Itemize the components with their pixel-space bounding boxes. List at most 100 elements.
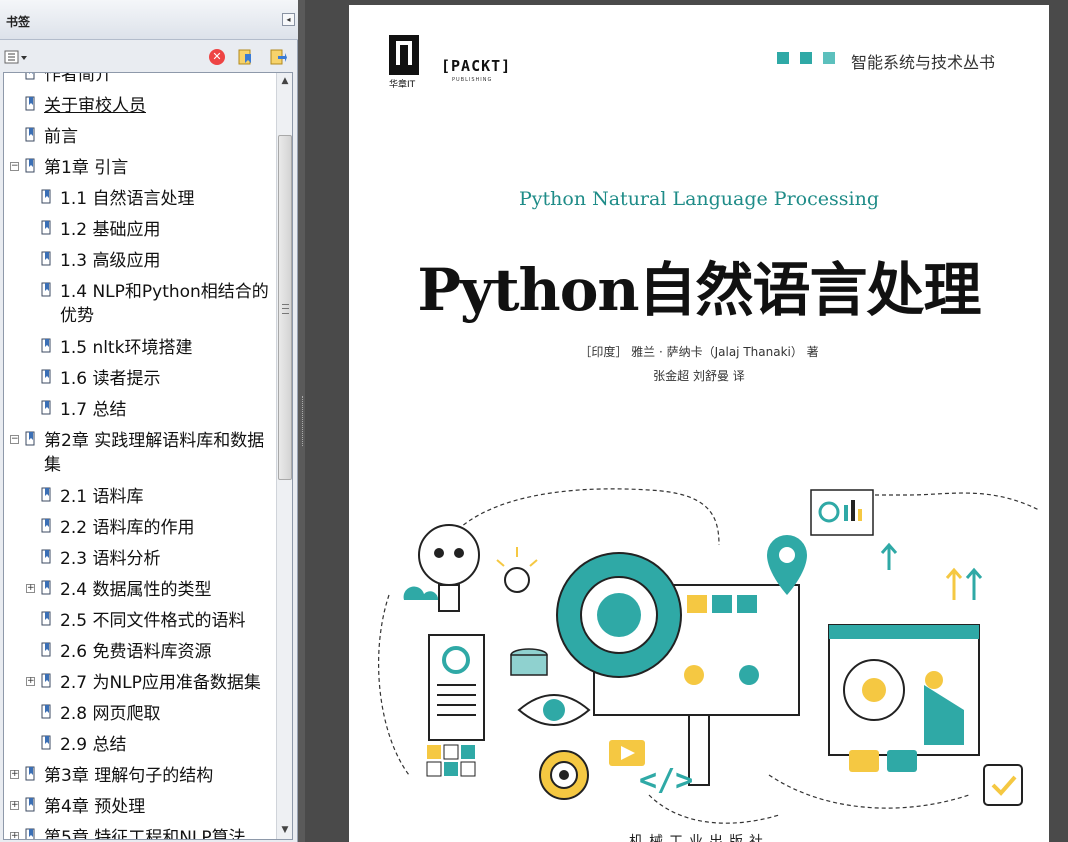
english-subtitle: Python Natural Language Processing bbox=[519, 188, 879, 210]
packt-logo: [PACKT] bbox=[441, 57, 512, 75]
scroll-grip-icon bbox=[282, 304, 289, 314]
bookmark-item[interactable]: 前言 bbox=[4, 123, 276, 154]
series-name: 智能系统与技术丛书 bbox=[851, 53, 996, 72]
imprint-logo-text: 华章IT bbox=[389, 80, 416, 90]
bookmark-label: 关于审校人员 bbox=[44, 96, 146, 116]
bookmark-subitem[interactable]: 1.7 总结 bbox=[4, 396, 276, 427]
bookmark-item[interactable]: + 第4章 预处理 bbox=[4, 793, 276, 824]
bookmark-label: 2.4 数据属性的类型 bbox=[60, 580, 212, 600]
bookmark-tree[interactable]: 作者简介关于审校人员前言 − 第1章 引言 1.1 自然语言处理 1.2 基础应用 1.3… bbox=[3, 72, 293, 840]
vertical-scrollbar[interactable]: ▲ ▼ bbox=[276, 73, 292, 839]
bookmark-subitem[interactable]: 1.3 高级应用 bbox=[4, 247, 276, 278]
bookmark-label: 1.7 总结 bbox=[60, 400, 127, 420]
bookmark-item[interactable]: + 第5章 特征工程和NLP算法 bbox=[4, 824, 276, 840]
expand-toggle[interactable]: + bbox=[26, 677, 35, 686]
bookmark-item[interactable]: − 第2章 实践理解语料库和数据集 bbox=[4, 427, 276, 483]
bookmark-icon bbox=[41, 487, 52, 502]
document-page: 华章IT [PACKT] PUBLISHING 智能系统与技术丛书 Python… bbox=[349, 5, 1049, 842]
bookmarks-panel: 书签 ◂ ✕ 作者简介 关于审校人员 前言 − 第1章 引言 1.1 自然语言处… bbox=[0, 0, 298, 842]
series-square-2 bbox=[800, 52, 812, 64]
bookmark-subitem[interactable]: 2.9 总结 bbox=[4, 731, 276, 762]
bookmark-icon bbox=[25, 766, 36, 781]
bookmark-label: 2.3 语料分析 bbox=[60, 549, 161, 569]
expand-bookmark-button[interactable] bbox=[269, 48, 287, 66]
bookmark-icon bbox=[41, 189, 52, 204]
bookmark-subitem[interactable]: +2.4 数据属性的类型 bbox=[4, 576, 276, 607]
bookmark-icon bbox=[25, 127, 36, 142]
bookmark-icon bbox=[25, 431, 36, 446]
bookmark-subitem[interactable]: 2.6 免费语料库资源 bbox=[4, 638, 276, 669]
bookmark-icon bbox=[41, 642, 52, 657]
bookmark-label: 第2章 实践理解语料库和数据集 bbox=[44, 431, 265, 475]
translator-line: 张金超 刘舒曼 译 bbox=[653, 369, 745, 383]
bookmark-item[interactable]: 关于审校人员 bbox=[4, 92, 276, 123]
bookmark-label: 1.3 高级应用 bbox=[60, 251, 161, 271]
bookmark-label: 1.2 基础应用 bbox=[60, 220, 161, 240]
bookmark-icon bbox=[25, 73, 36, 80]
bookmark-label: 1.1 自然语言处理 bbox=[60, 189, 195, 209]
bookmark-item[interactable]: − 第1章 引言 bbox=[4, 154, 276, 185]
bookmark-label: 1.4 NLP和Python相结合的优势 bbox=[60, 282, 269, 326]
bookmark-label: 1.6 读者提示 bbox=[60, 369, 161, 389]
bookmark-label: 2.9 总结 bbox=[60, 735, 127, 755]
expand-toggle[interactable]: + bbox=[10, 770, 19, 779]
expand-toggle[interactable]: + bbox=[26, 584, 35, 593]
bookmark-label: 2.8 网页爬取 bbox=[60, 704, 161, 724]
bookmark-subitem[interactable]: 1.6 读者提示 bbox=[4, 365, 276, 396]
expand-bookmark-icon bbox=[270, 49, 287, 65]
series-square-3 bbox=[823, 52, 835, 64]
splitter-grip-icon bbox=[302, 396, 304, 446]
bookmark-icon bbox=[41, 220, 52, 235]
bookmark-subitem[interactable]: 2.3 语料分析 bbox=[4, 545, 276, 576]
series-square-1 bbox=[777, 52, 789, 64]
bookmark-icon bbox=[41, 251, 52, 266]
scroll-down-button[interactable]: ▼ bbox=[277, 822, 292, 838]
collapse-toggle[interactable]: − bbox=[10, 435, 19, 444]
author-line: ［印度］ 雅兰 · 萨纳卡（Jalaj Thanaki） 著 bbox=[579, 345, 819, 359]
bookmark-icon bbox=[41, 704, 52, 719]
collapse-toggle[interactable]: − bbox=[10, 162, 19, 171]
bookmark-subitem[interactable]: 2.2 语料库的作用 bbox=[4, 514, 276, 545]
panel-header: 书签 ◂ bbox=[0, 0, 298, 40]
bookmark-subitem[interactable]: +2.7 为NLP应用准备数据集 bbox=[4, 669, 276, 700]
svg-text:</>: </> bbox=[639, 763, 693, 798]
bookmark-label: 2.5 不同文件格式的语料 bbox=[60, 611, 246, 631]
bookmark-label: 第5章 特征工程和NLP算法 bbox=[44, 828, 246, 840]
expand-toggle[interactable]: + bbox=[10, 832, 19, 839]
bookmark-item[interactable]: 作者简介 bbox=[4, 72, 276, 92]
bookmark-icon bbox=[41, 369, 52, 384]
options-menu-button[interactable] bbox=[4, 49, 30, 66]
bookmark-item[interactable]: + 第3章 理解句子的结构 bbox=[4, 762, 276, 793]
bookmark-label: 第1章 引言 bbox=[44, 158, 129, 178]
bookmark-icon bbox=[25, 158, 36, 173]
hz-books-logo bbox=[389, 35, 419, 75]
expand-toggle[interactable]: + bbox=[10, 801, 19, 810]
cover-illustration: </> bbox=[377, 488, 1040, 824]
bookmark-icon bbox=[25, 96, 36, 111]
delete-bookmark-button[interactable]: ✕ bbox=[209, 49, 225, 65]
bookmark-subitem[interactable]: 1.1 自然语言处理 bbox=[4, 185, 276, 216]
bookmark-label: 作者简介 bbox=[44, 72, 112, 85]
scroll-up-button[interactable]: ▲ bbox=[277, 73, 292, 89]
bookmark-label: 第4章 预处理 bbox=[44, 797, 146, 817]
new-bookmark-button[interactable] bbox=[237, 48, 255, 66]
bookmark-subitem[interactable]: 2.1 语料库 bbox=[4, 483, 276, 514]
options-list-icon bbox=[4, 50, 27, 64]
collapse-panel-button[interactable]: ◂ bbox=[282, 13, 295, 26]
bookmarks-toolbar: ✕ bbox=[0, 44, 298, 72]
bookmark-icon bbox=[41, 338, 52, 353]
bookmark-icon bbox=[41, 735, 52, 750]
bookmark-subitem[interactable]: 1.4 NLP和Python相结合的优势 bbox=[4, 278, 276, 334]
packt-sub-label: PUBLISHING bbox=[452, 77, 493, 83]
bookmark-subitem[interactable]: 2.8 网页爬取 bbox=[4, 700, 276, 731]
new-bookmark-icon bbox=[238, 49, 251, 65]
bookmark-icon bbox=[41, 673, 52, 688]
bookmark-icon bbox=[41, 611, 52, 626]
bookmark-label: 2.6 免费语料库资源 bbox=[60, 642, 212, 662]
panel-title: 书签 bbox=[6, 15, 31, 29]
bookmark-subitem[interactable]: 1.5 nltk环境搭建 bbox=[4, 334, 276, 365]
bookmark-subitem[interactable]: 2.5 不同文件格式的语料 bbox=[4, 607, 276, 638]
scroll-thumb[interactable] bbox=[278, 135, 292, 480]
bookmark-subitem[interactable]: 1.2 基础应用 bbox=[4, 216, 276, 247]
bookmark-icon bbox=[25, 797, 36, 812]
